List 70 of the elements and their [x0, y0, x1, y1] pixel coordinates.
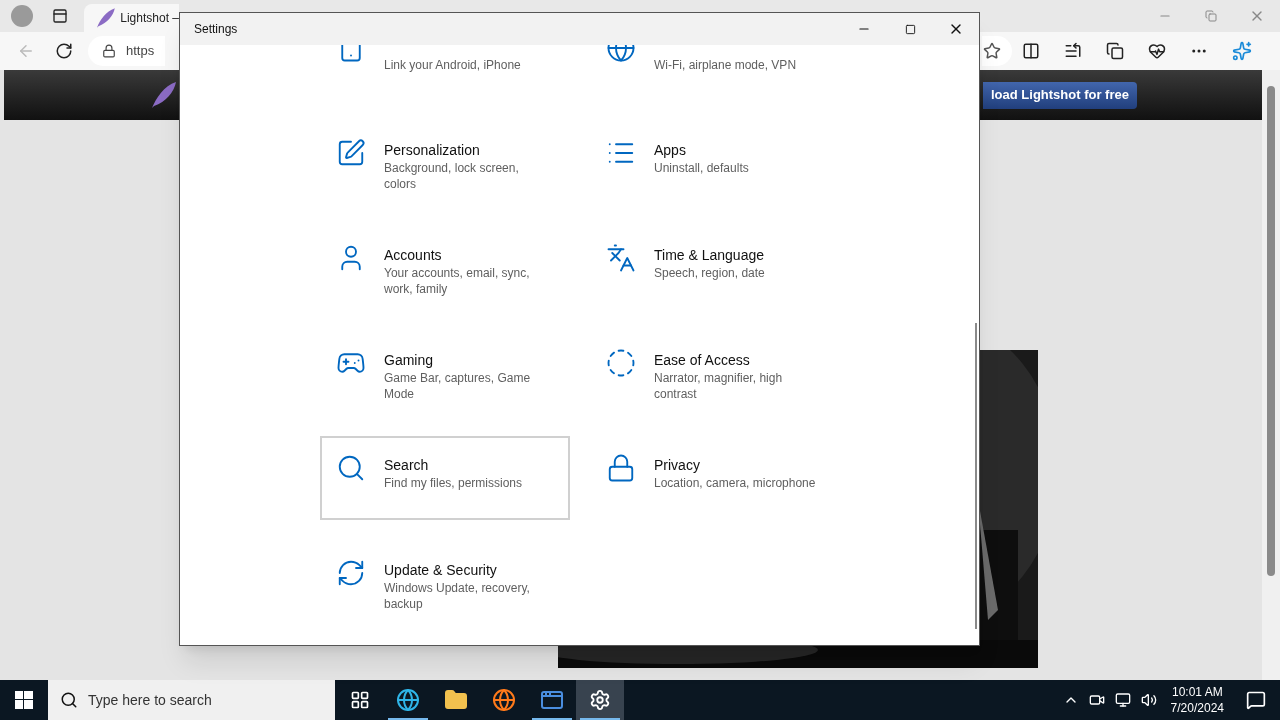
star-icon[interactable] [983, 42, 1001, 60]
collections-icon[interactable] [1106, 42, 1124, 60]
volume-icon[interactable] [1140, 692, 1157, 708]
restore-icon [1205, 10, 1217, 22]
address-field[interactable]: https [88, 36, 165, 66]
item-description: Game Bar, captures, Game Mode [384, 370, 532, 402]
tab-actions-icon[interactable] [52, 8, 68, 24]
download-button[interactable]: load Lightshot for free [983, 81, 1137, 109]
notification-icon[interactable] [1246, 690, 1266, 710]
settings-category-icon [336, 453, 366, 483]
item-title: Time & Language [654, 246, 765, 265]
scrollbar-thumb[interactable] [975, 323, 977, 629]
network-icon[interactable] [1114, 692, 1131, 708]
clock[interactable]: 10:01 AM 7/20/2024 [1162, 684, 1232, 716]
settings-item[interactable]: Search Find my files, permissions [320, 436, 570, 520]
item-description: Background, lock screen, colors [384, 160, 520, 192]
item-description: Windows Update, recovery, backup [384, 580, 531, 612]
settings-item[interactable]: Apps Uninstall, defaults [590, 121, 840, 205]
browser-tab[interactable]: Lightshot – [84, 4, 179, 32]
favorites-icon[interactable] [1064, 42, 1082, 60]
item-title: Gaming [384, 351, 435, 370]
settings-item[interactable]: Personalization Background, lock screen, colors [320, 121, 570, 205]
settings-item[interactable]: Link your Android, iPhone [320, 45, 570, 100]
item-description: Link your Android, iPhone [384, 57, 522, 73]
item-description: Wi-Fi, airplane mode, VPN [654, 57, 798, 73]
settings-category-icon [336, 138, 366, 168]
split-screen-icon[interactable] [1022, 42, 1040, 60]
browser-icon [396, 688, 420, 712]
item-description: Speech, region, date [654, 265, 766, 281]
maximize-icon [904, 23, 916, 35]
copilot-icon[interactable] [1232, 41, 1252, 61]
settings-icon [589, 689, 611, 711]
folder-icon [444, 688, 468, 712]
settings-item[interactable]: Wi-Fi, airplane mode, VPN [590, 45, 840, 100]
item-description: Your accounts, email, sync, work, family [384, 265, 531, 297]
item-title: Update & Security [384, 561, 498, 580]
taskbar-search-field[interactable]: Type here to search [48, 680, 335, 720]
item-title: Ease of Access [654, 351, 751, 370]
task-view-icon [350, 690, 370, 710]
app-window-icon [540, 688, 564, 712]
item-description: Narrator, magnifier, high contrast [654, 370, 784, 402]
item-title: Privacy [654, 456, 701, 475]
camera-icon[interactable] [1088, 692, 1105, 708]
item-title: Apps [654, 141, 687, 160]
item-title: Accounts [384, 246, 443, 265]
settings-category-icon [606, 453, 636, 483]
taskbar-app[interactable] [576, 680, 624, 720]
settings-item[interactable]: Time & Language Speech, region, date [590, 226, 840, 310]
start-icon[interactable] [15, 691, 33, 709]
search-icon [60, 691, 78, 709]
settings-category-icon [606, 348, 636, 378]
health-icon[interactable] [1148, 42, 1166, 60]
item-description: Find my files, permissions [384, 475, 524, 491]
lock-icon [102, 44, 116, 58]
item-title: Search [384, 456, 430, 475]
settings-category-icon [606, 243, 636, 273]
scrollbar-thumb[interactable] [1267, 86, 1275, 576]
address-field-end[interactable] [982, 36, 1012, 66]
browser-icon [492, 688, 516, 712]
item-description: Uninstall, defaults [654, 160, 750, 176]
settings-item[interactable]: Accounts Your accounts, email, sync, work, family [320, 226, 570, 310]
settings-category-icon [336, 558, 366, 588]
item-title: Personalization [384, 141, 481, 160]
settings-item[interactable]: Gaming Game Bar, captures, Game Mode [320, 331, 570, 415]
settings-item[interactable]: Privacy Location, camera, microphone [590, 436, 840, 520]
refresh-icon[interactable] [55, 42, 73, 60]
item-description: Location, camera, microphone [654, 475, 817, 491]
window-title: Settings [194, 21, 238, 38]
settings-item[interactable]: Ease of Access Narrator, magnifier, high contrast [590, 331, 840, 415]
settings-item[interactable]: Update & Security Windows Update, recovery, backup [320, 541, 570, 625]
